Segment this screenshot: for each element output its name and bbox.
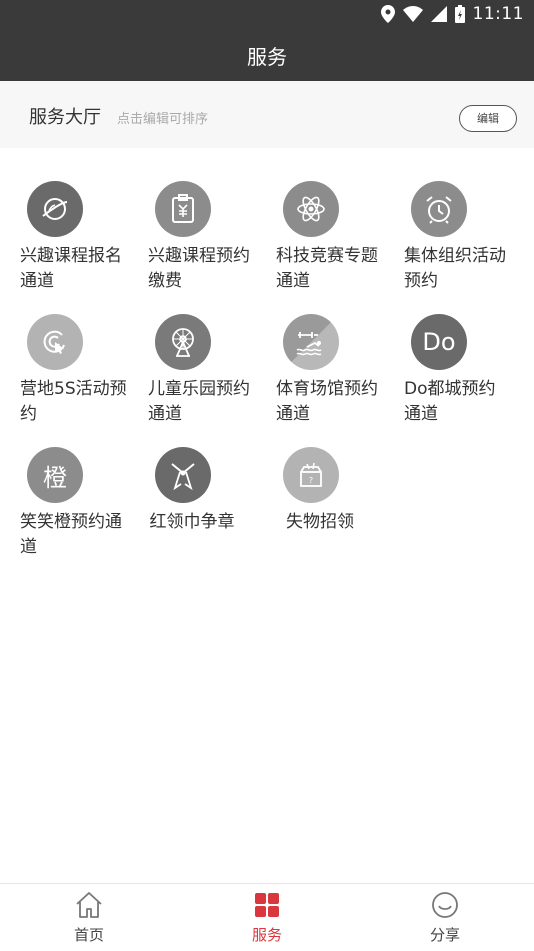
sort-hint: 点击编辑可排序 bbox=[117, 112, 209, 127]
status-bar: 11:11 bbox=[0, 0, 534, 28]
tab-share[interactable]: 分享 bbox=[356, 884, 534, 951]
tab-label: 首页 bbox=[73, 926, 104, 944]
battery-icon bbox=[454, 5, 465, 23]
status-time: 11:11 bbox=[472, 4, 524, 24]
service-item-stadium[interactable]: 体育场馆预约通道 bbox=[256, 281, 384, 424]
atom-icon bbox=[283, 181, 339, 237]
service-label: 笑笑橙预约通道 bbox=[20, 512, 122, 557]
grid-icon bbox=[255, 893, 279, 917]
tab-label: 分享 bbox=[429, 926, 460, 944]
status-icons: 11:11 bbox=[380, 3, 525, 25]
touch-target-icon bbox=[27, 314, 83, 370]
red-scarf-icon bbox=[155, 447, 211, 503]
service-item-tech-competition[interactable]: 科技竞赛专题通道 bbox=[256, 148, 384, 291]
service-item-interest-course-signup[interactable]: 兴趣课程报名通道 bbox=[0, 148, 128, 291]
do-text-icon: Do bbox=[411, 314, 467, 370]
service-item-do-city[interactable]: Do Do都城预约通道 bbox=[384, 281, 512, 424]
smile-icon bbox=[432, 892, 458, 918]
edit-button[interactable]: 编辑 bbox=[459, 105, 517, 132]
service-item-interest-course-payment[interactable]: 兴趣课程预约缴费 bbox=[128, 148, 256, 291]
wifi-icon bbox=[402, 6, 423, 22]
svg-text:?: ? bbox=[309, 476, 313, 485]
gym-swim-icon bbox=[283, 314, 339, 370]
service-label: 红领巾争章 bbox=[149, 512, 235, 532]
ferris-wheel-icon bbox=[155, 314, 211, 370]
service-hall-title: 服务大厅 bbox=[29, 107, 101, 128]
app-bar: 服务 bbox=[0, 28, 534, 81]
service-item-xiaoxiaocheng[interactable]: 橙 笑笑橙预约通道 bbox=[0, 414, 128, 557]
service-item-red-scarf[interactable]: 红领巾争章 bbox=[128, 414, 256, 544]
planet-icon bbox=[27, 181, 83, 237]
tab-services[interactable]: 服务 bbox=[178, 884, 356, 951]
service-item-lost-found[interactable]: ? 失物招领 bbox=[256, 414, 384, 544]
lost-found-box-icon: ? bbox=[283, 447, 339, 503]
alarm-clock-icon bbox=[411, 181, 467, 237]
orange-char-icon: 橙 bbox=[27, 447, 83, 503]
service-item-kids-park[interactable]: 儿童乐园预约通道 bbox=[128, 281, 256, 424]
page-title: 服务 bbox=[247, 45, 287, 69]
payment-clipboard-icon bbox=[155, 181, 211, 237]
service-label: 失物招领 bbox=[286, 512, 354, 532]
tab-home[interactable]: 首页 bbox=[0, 884, 178, 951]
service-hall-header: 服务大厅 点击编辑可排序 编辑 bbox=[0, 81, 534, 148]
location-icon bbox=[380, 5, 395, 23]
service-item-group-activity[interactable]: 集体组织活动预约 bbox=[384, 148, 512, 291]
bottom-tab-bar: 首页 服务 分享 bbox=[0, 883, 534, 950]
service-item-camp-5s[interactable]: 营地5S活动预约 bbox=[0, 281, 128, 424]
service-label: Do都城预约通道 bbox=[404, 379, 496, 424]
signal-icon bbox=[430, 6, 447, 22]
tab-label: 服务 bbox=[251, 926, 282, 944]
home-icon bbox=[76, 892, 102, 918]
